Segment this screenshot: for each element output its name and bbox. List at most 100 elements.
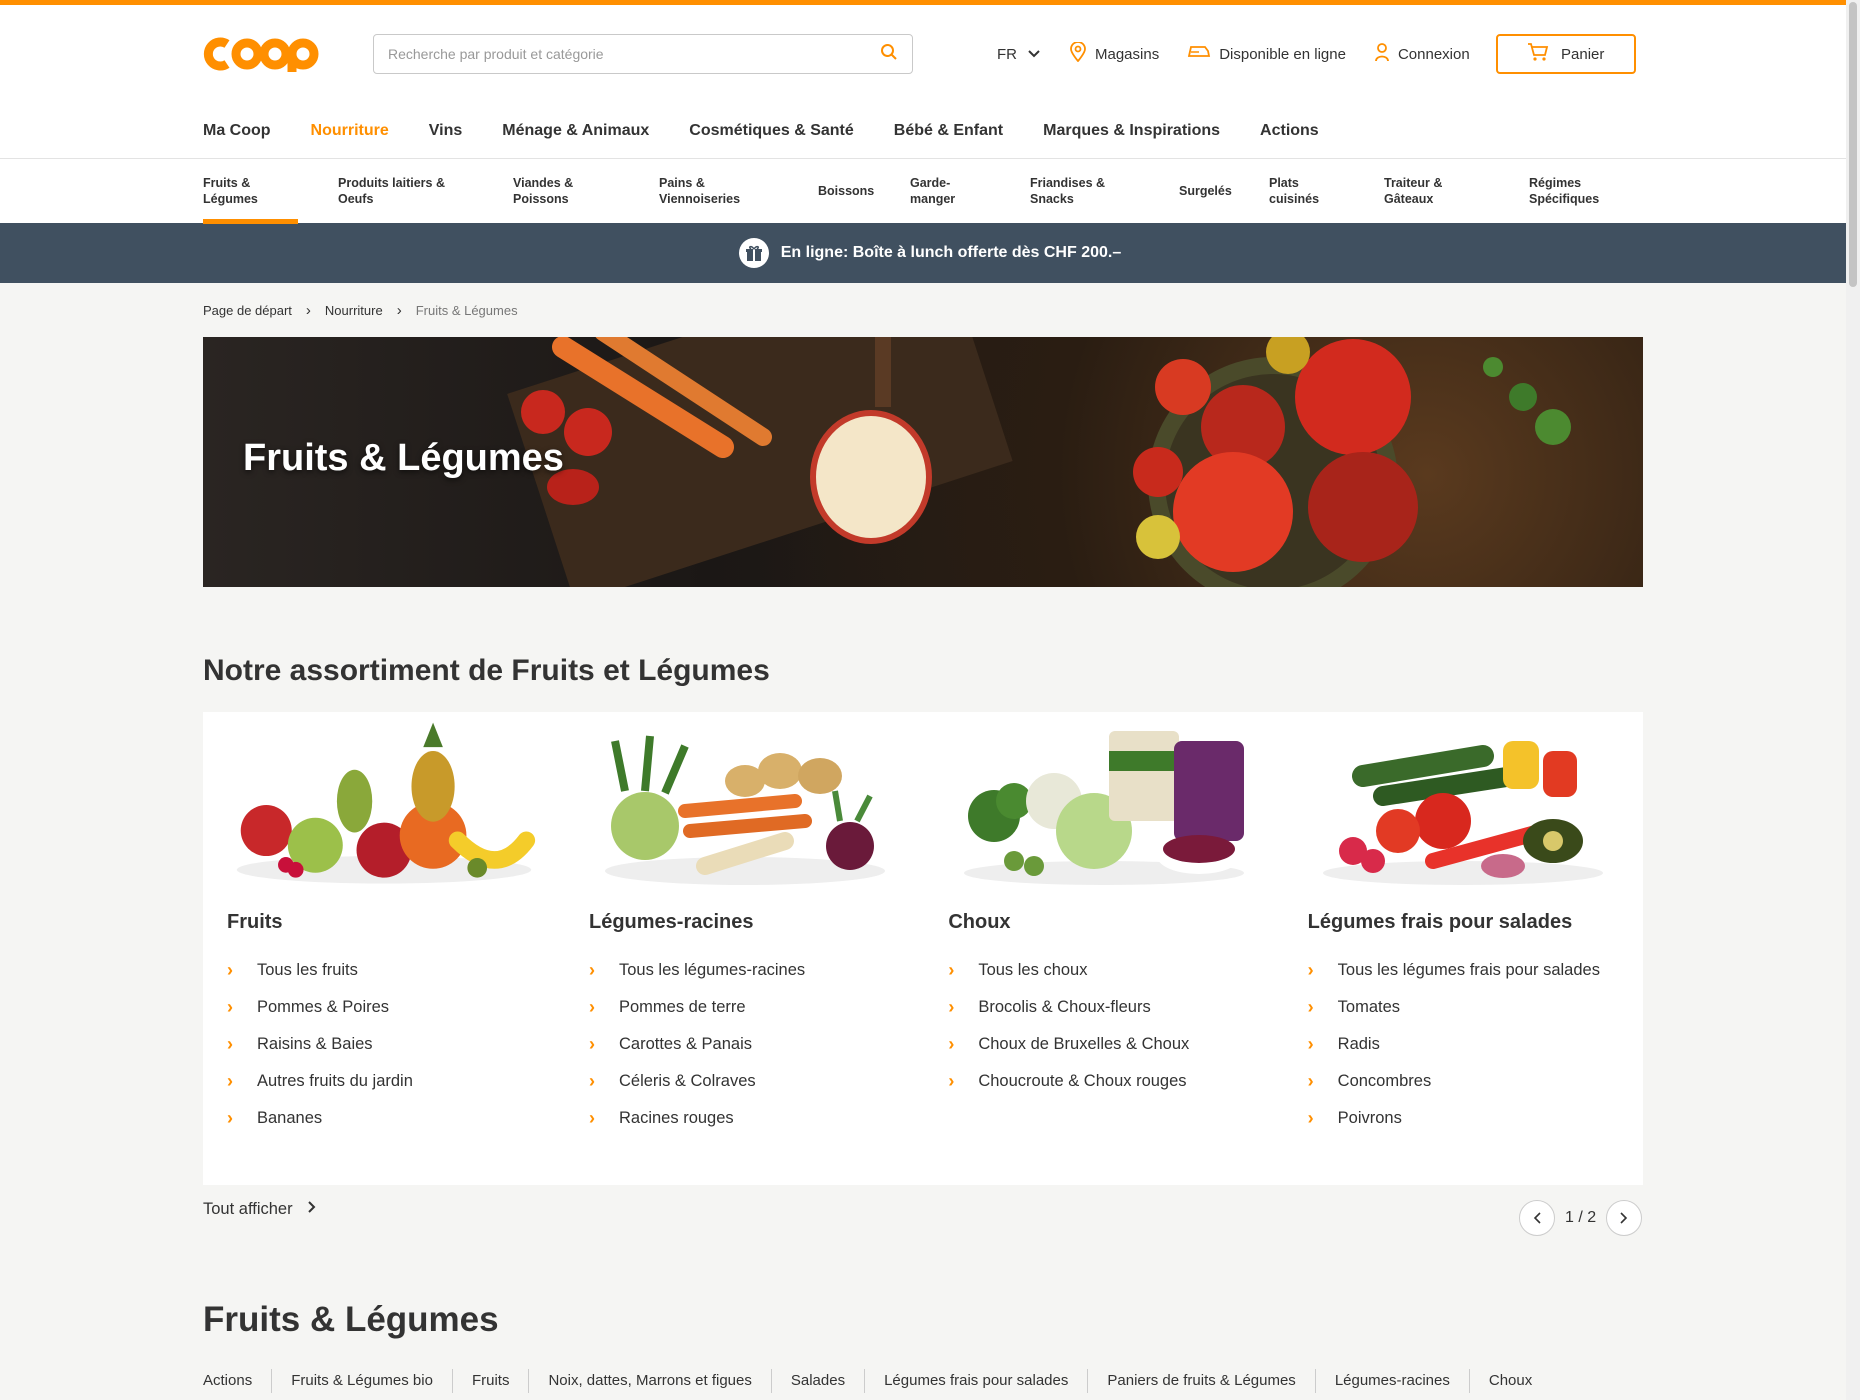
card-link[interactable]: › Tous les légumes frais pour salades bbox=[1308, 952, 1619, 989]
card-link-label: Carottes & Panais bbox=[619, 1035, 752, 1053]
card-link[interactable]: › Tous les choux bbox=[948, 952, 1259, 989]
card-link-label: Concombres bbox=[1337, 1072, 1432, 1090]
category-tab[interactable]: Paniers de fruits & Légumes bbox=[1087, 1369, 1314, 1393]
subnav-item-friandises-snacks[interactable]: Friandises & Snacks bbox=[1030, 175, 1105, 207]
category-tab[interactable]: Fruits bbox=[451, 1369, 529, 1393]
card-link[interactable]: › Pommes & Poires bbox=[227, 989, 541, 1026]
previous-page-button[interactable] bbox=[1519, 1200, 1555, 1236]
category-tab[interactable]: Noix, dattes, Marrons et figues bbox=[528, 1369, 770, 1393]
chevron-right-icon: › bbox=[227, 1071, 233, 1091]
subnav-label-line2: Viennoiseries bbox=[659, 192, 741, 206]
card-title[interactable]: Légumes-racines bbox=[589, 911, 900, 934]
nav-item-ma-coop[interactable]: Ma Coop bbox=[203, 122, 271, 140]
coop-logo[interactable] bbox=[203, 32, 331, 76]
card-link[interactable]: › Pommes de terre bbox=[589, 989, 900, 1026]
nav-item-nourriture[interactable]: Nourriture bbox=[311, 122, 389, 140]
card-link[interactable]: › Autres fruits du jardin bbox=[227, 1063, 541, 1100]
subnav-label-line1: Friandises & bbox=[1030, 176, 1106, 190]
subnav-item-traiteur-gateaux[interactable]: Traiteur & Gâteaux bbox=[1384, 175, 1442, 207]
breadcrumb-home[interactable]: Page de départ bbox=[203, 303, 292, 318]
subnav-label-line1: Régimes bbox=[1529, 176, 1582, 190]
card-link[interactable]: › Poivrons bbox=[1308, 1100, 1619, 1137]
nav-item-vins[interactable]: Vins bbox=[429, 122, 463, 140]
card-link[interactable]: › Choucroute & Choux rouges bbox=[948, 1063, 1259, 1100]
fruits-image[interactable] bbox=[227, 718, 541, 893]
category-tab[interactable]: Salades bbox=[770, 1369, 864, 1393]
nav-item-menage-animaux[interactable]: Ménage & Animaux bbox=[502, 122, 649, 140]
card-link[interactable]: › Brocolis & Choux-fleurs bbox=[948, 989, 1259, 1026]
salad-vegetables-image[interactable] bbox=[1308, 718, 1619, 893]
subnav-item-produits-laitiers[interactable]: Produits laitiers & Oeufs bbox=[338, 175, 445, 207]
breadcrumb-parent[interactable]: Nourriture bbox=[325, 303, 383, 318]
search-input[interactable] bbox=[388, 46, 868, 62]
login-label: Connexion bbox=[1397, 45, 1470, 63]
category-tab[interactable]: Actions bbox=[203, 1369, 271, 1393]
cart-icon bbox=[1527, 42, 1549, 66]
promo-banner[interactable]: En ligne: Boîte à lunch offerte dès CHF … bbox=[0, 223, 1860, 283]
card-link[interactable]: › Radis bbox=[1308, 1026, 1619, 1063]
card-link[interactable]: › Tomates bbox=[1308, 989, 1619, 1026]
carousel-pager: 1 / 2 bbox=[1519, 1200, 1643, 1236]
subnav-item-boissons[interactable]: Boissons bbox=[818, 183, 874, 199]
subnav-label-line1: Garde- bbox=[910, 176, 951, 190]
category-tab[interactable]: Fruits & Légumes bio bbox=[271, 1369, 452, 1393]
show-all-link[interactable]: Tout afficher bbox=[203, 1200, 317, 1219]
card-link[interactable]: › Racines rouges bbox=[589, 1100, 900, 1137]
chevron-right-icon: › bbox=[1307, 1108, 1314, 1128]
login-link[interactable]: Connexion bbox=[1374, 42, 1470, 66]
subnav-item-garde-manger[interactable]: Garde-manger bbox=[910, 175, 955, 207]
location-pin-icon bbox=[1069, 41, 1087, 66]
subnav-label-line2: Snacks bbox=[1030, 192, 1074, 206]
root-vegetables-image[interactable] bbox=[589, 718, 900, 893]
card-link[interactable]: › Céleris & Colraves bbox=[589, 1063, 900, 1100]
cabbage-image[interactable] bbox=[948, 718, 1259, 893]
assortment-title: Notre assortiment de Fruits et Légumes bbox=[203, 654, 770, 687]
card-link-label: Tomates bbox=[1337, 998, 1401, 1016]
subnav-item-plats-cuisines[interactable]: Plats cuisinés bbox=[1269, 175, 1319, 207]
card-link[interactable]: › Raisins & Baies bbox=[227, 1026, 541, 1063]
language-selector[interactable]: FR bbox=[997, 46, 1041, 63]
card-title[interactable]: Choux bbox=[948, 911, 1259, 934]
stores-label: Magasins bbox=[1095, 45, 1160, 63]
available-online-link[interactable]: Disponible en ligne bbox=[1187, 44, 1346, 64]
card-link[interactable]: › Tous les légumes-racines bbox=[589, 952, 900, 989]
nav-item-marques-inspirations[interactable]: Marques & Inspirations bbox=[1043, 122, 1220, 140]
site-header: FR Magasins Disponible en ligne Connexio… bbox=[0, 5, 1860, 158]
subnav-item-pains-viennoiseries[interactable]: Pains & Viennoiseries bbox=[659, 175, 740, 207]
category-tab[interactable]: Légumes-racines bbox=[1314, 1369, 1469, 1393]
nav-item-actions[interactable]: Actions bbox=[1260, 122, 1319, 140]
page-scrollbar[interactable] bbox=[1846, 0, 1860, 1400]
card-link[interactable]: › Carottes & Panais bbox=[589, 1026, 900, 1063]
category-tab[interactable]: Légumes frais pour salades bbox=[864, 1369, 1087, 1393]
card-link-label: Pommes & Poires bbox=[257, 998, 390, 1016]
subnav-label-line2: Spécifiques bbox=[1529, 192, 1600, 206]
page-indicator: 1 / 2 bbox=[1565, 1209, 1597, 1226]
subnav-item-surgeles[interactable]: Surgelés bbox=[1179, 183, 1232, 199]
card-link-label: Pommes de terre bbox=[619, 998, 746, 1016]
scrollbar-thumb[interactable] bbox=[1849, 2, 1857, 287]
subnav-item-fruits-legumes[interactable]: Fruits & Légumes bbox=[203, 175, 298, 224]
subnav-item-regimes-specifiques[interactable]: Régimes Spécifiques bbox=[1529, 175, 1599, 207]
card-title[interactable]: Fruits bbox=[227, 911, 541, 934]
card-title[interactable]: Légumes frais pour salades bbox=[1308, 911, 1619, 934]
chevron-right-icon: › bbox=[227, 960, 233, 980]
search-box[interactable] bbox=[373, 34, 913, 74]
card-link[interactable]: › Bananes bbox=[227, 1100, 541, 1137]
subnav-label-line2: Gâteaux bbox=[1384, 192, 1434, 206]
stores-link[interactable]: Magasins bbox=[1069, 41, 1160, 66]
card-link[interactable]: › Tous les fruits bbox=[227, 952, 541, 989]
subnav-label-line1: Plats bbox=[1269, 176, 1299, 190]
cart-label: Panier bbox=[1561, 45, 1605, 63]
subnav-label-line2: manger bbox=[910, 192, 956, 206]
subnav-label-line1: Viandes & bbox=[513, 176, 574, 190]
next-page-button[interactable] bbox=[1606, 1200, 1643, 1236]
card-link[interactable]: › Choux de Bruxelles & Choux bbox=[948, 1026, 1259, 1063]
cart-button[interactable]: Panier bbox=[1495, 34, 1636, 74]
search-icon[interactable] bbox=[880, 43, 898, 66]
category-tab[interactable]: Choux bbox=[1468, 1369, 1551, 1393]
subnav-item-viandes-poissons[interactable]: Viandes & Poissons bbox=[513, 175, 573, 207]
card-link[interactable]: › Concombres bbox=[1308, 1063, 1619, 1100]
nav-item-bebe-enfant[interactable]: Bébé & Enfant bbox=[894, 122, 1003, 140]
nav-item-cosmetiques-sante[interactable]: Cosmétiques & Santé bbox=[689, 122, 853, 140]
subnav-label-line2: cuisinés bbox=[1269, 192, 1320, 206]
